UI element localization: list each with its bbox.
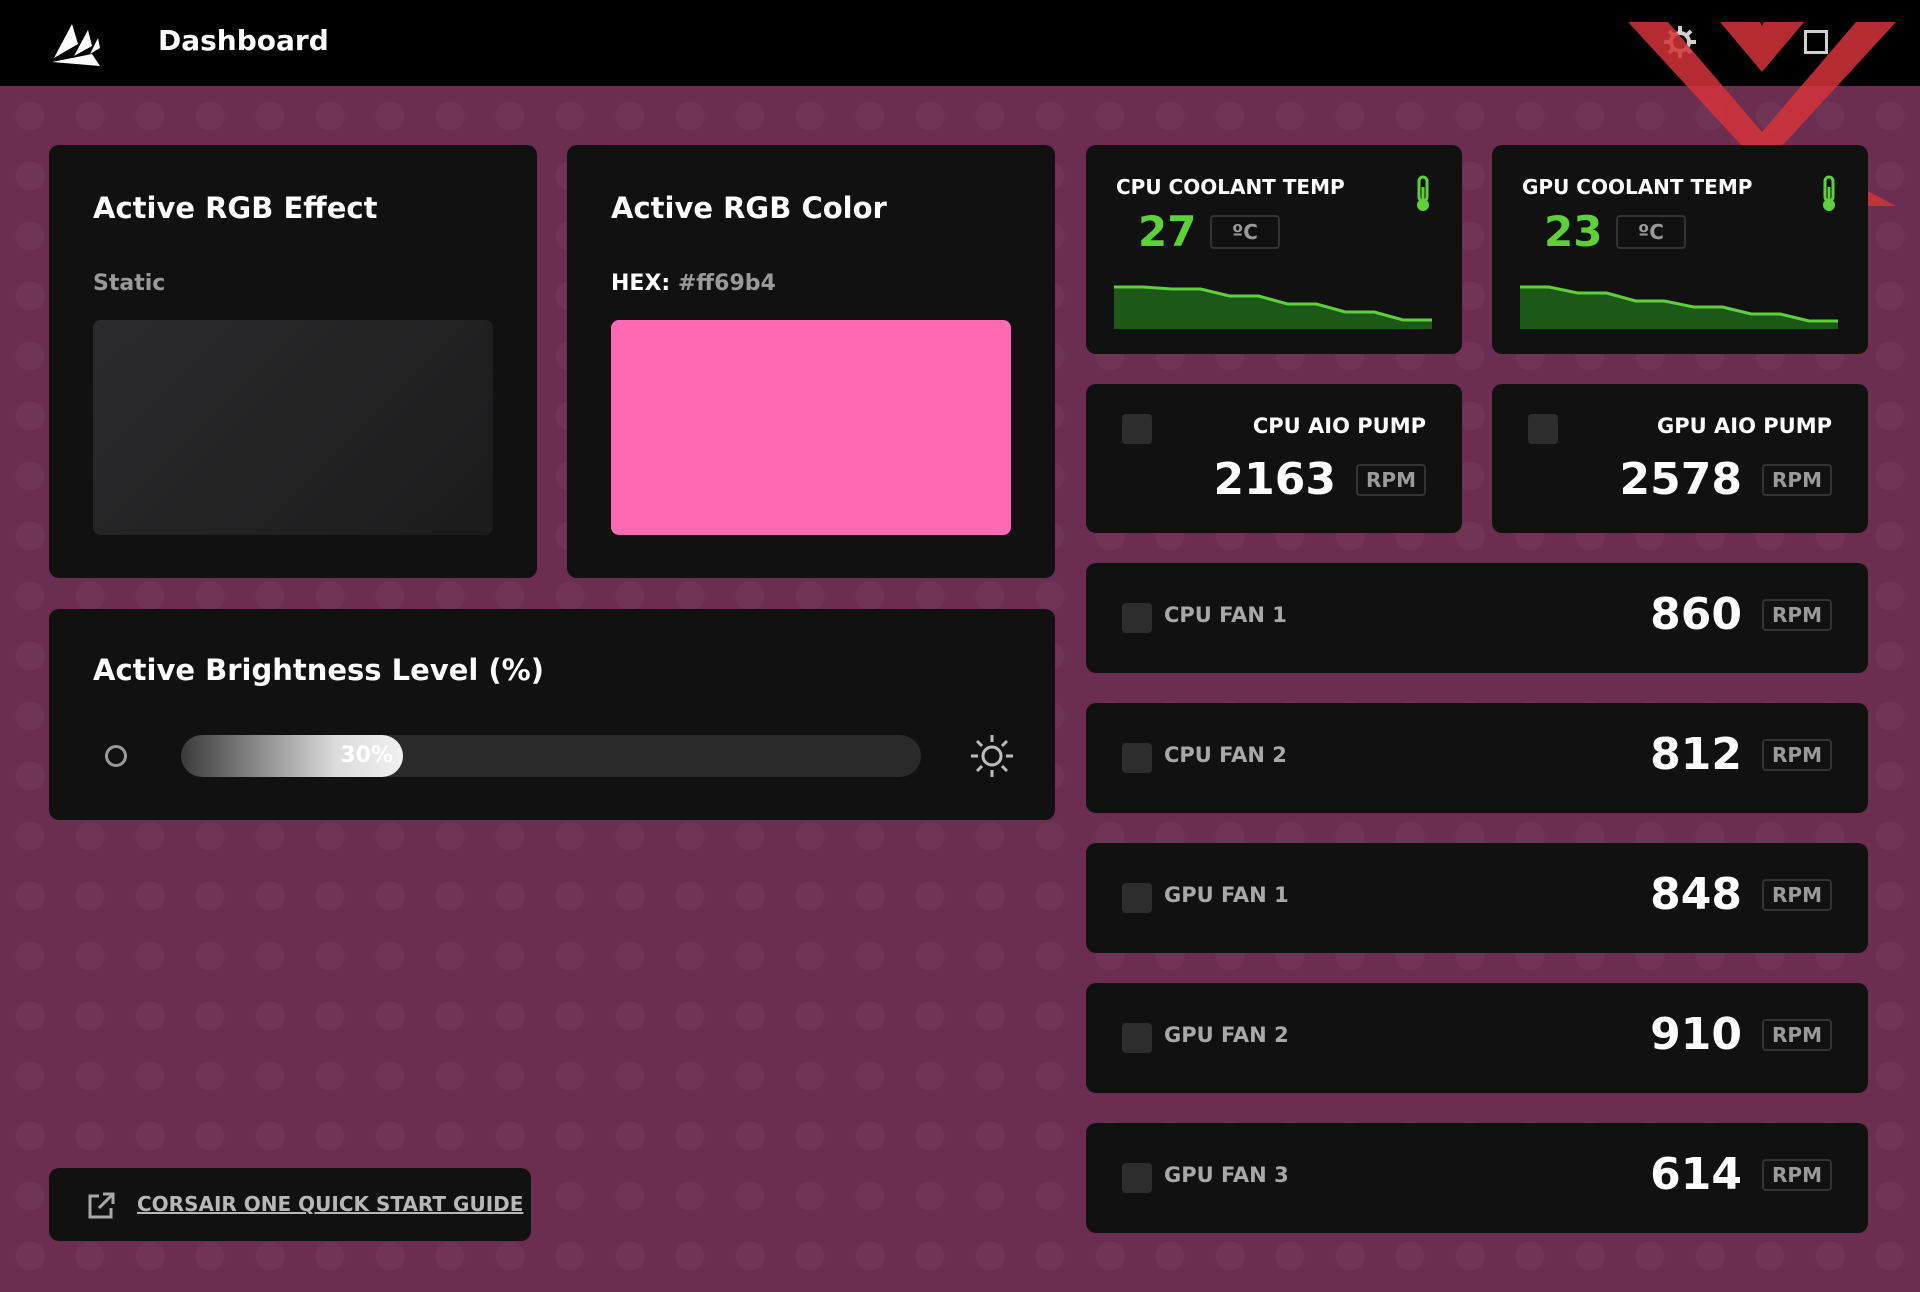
hex-label: HEX: xyxy=(611,271,671,296)
fan-label: CPU FAN 2 xyxy=(1164,743,1287,767)
pump-icon xyxy=(1122,414,1152,444)
fan-unit: RPM xyxy=(1762,1159,1832,1191)
brightness-card: Active Brightness Level (%) 30% xyxy=(49,609,1055,820)
cpu-coolant-temp-card: CPU COOLANT TEMP 27 ºC xyxy=(1086,145,1462,354)
fan-value: 848 xyxy=(1650,869,1742,920)
fan-row: GPU FAN 2 910 RPM xyxy=(1086,983,1868,1093)
fan-row: GPU FAN 1 848 RPM xyxy=(1086,843,1868,953)
pump-unit: RPM xyxy=(1356,464,1426,496)
brightness-bar: 30% xyxy=(181,735,921,777)
gpu-coolant-temp-card: GPU COOLANT TEMP 23 ºC xyxy=(1492,145,1868,354)
brightness-low-icon xyxy=(105,745,127,767)
corsair-logo-icon xyxy=(52,24,100,66)
rgb-effect-title: Active RGB Effect xyxy=(93,191,378,225)
external-link-icon xyxy=(88,1192,115,1219)
fan-value: 614 xyxy=(1650,1149,1742,1200)
fan-label: GPU FAN 1 xyxy=(1164,883,1289,907)
thermometer-icon xyxy=(1823,175,1835,211)
pump-label: CPU AIO PUMP xyxy=(1252,414,1426,438)
fan-unit: RPM xyxy=(1762,599,1832,631)
fan-icon xyxy=(1122,1023,1152,1053)
brightness-title: Active Brightness Level (%) xyxy=(93,653,544,687)
trend-area xyxy=(1520,287,1838,329)
rgb-color-swatch xyxy=(611,320,1011,535)
fan-unit: RPM xyxy=(1762,739,1832,771)
trend-area xyxy=(1114,287,1432,329)
temp-value: 27 xyxy=(1138,207,1197,256)
fan-icon xyxy=(1122,743,1152,773)
gpu-temp-trend-graph xyxy=(1520,285,1838,329)
quick-start-guide-card[interactable]: CORSAIR ONE QUICK START GUIDE xyxy=(49,1168,531,1241)
cpu-aio-pump-card: CPU AIO PUMP 2163 RPM xyxy=(1086,384,1462,533)
fan-value: 860 xyxy=(1650,589,1742,640)
fan-row: CPU FAN 1 860 RPM xyxy=(1086,563,1868,673)
fan-row: CPU FAN 2 812 RPM xyxy=(1086,703,1868,813)
fan-value: 812 xyxy=(1650,729,1742,780)
hex-value: #ff69b4 xyxy=(677,271,776,296)
temp-value: 23 xyxy=(1544,207,1603,256)
thermometer-icon xyxy=(1417,175,1429,211)
fan-row: GPU FAN 3 614 RPM xyxy=(1086,1123,1868,1233)
gpu-aio-pump-card: GPU AIO PUMP 2578 RPM xyxy=(1492,384,1868,533)
hex-row: HEX: #ff69b4 xyxy=(611,271,776,296)
temp-label: CPU COOLANT TEMP xyxy=(1116,175,1345,199)
pump-value: 2163 xyxy=(1213,454,1336,505)
pump-label: GPU AIO PUMP xyxy=(1657,414,1832,438)
fan-icon xyxy=(1122,1163,1152,1193)
fan-icon xyxy=(1122,883,1152,913)
pump-value: 2578 xyxy=(1619,454,1742,505)
brightness-bar-fill: 30% xyxy=(181,735,403,777)
sun-icon xyxy=(971,735,1013,777)
fan-value: 910 xyxy=(1650,1009,1742,1060)
pump-icon xyxy=(1528,414,1558,444)
fan-unit: RPM xyxy=(1762,1019,1832,1051)
fan-label: CPU FAN 1 xyxy=(1164,603,1287,627)
temp-unit: ºC xyxy=(1210,215,1280,249)
rgb-color-title: Active RGB Color xyxy=(611,191,887,225)
rgb-effect-card: Active RGB Effect Static xyxy=(49,145,537,578)
pump-unit: RPM xyxy=(1762,464,1832,496)
fan-unit: RPM xyxy=(1762,879,1832,911)
fan-label: GPU FAN 3 xyxy=(1164,1163,1289,1187)
brightness-value: 30% xyxy=(340,743,393,768)
quick-start-guide-link[interactable]: CORSAIR ONE QUICK START GUIDE xyxy=(137,1192,523,1216)
cpu-temp-trend-graph xyxy=(1114,285,1432,329)
fan-label: GPU FAN 2 xyxy=(1164,1023,1289,1047)
temp-label: GPU COOLANT TEMP xyxy=(1522,175,1753,199)
rgb-color-card: Active RGB Color HEX: #ff69b4 xyxy=(567,145,1055,578)
fan-icon xyxy=(1122,603,1152,633)
temp-unit: ºC xyxy=(1616,215,1686,249)
page-title: Dashboard xyxy=(158,24,329,57)
rgb-effect-preview xyxy=(93,320,493,535)
rgb-effect-value: Static xyxy=(93,271,166,296)
